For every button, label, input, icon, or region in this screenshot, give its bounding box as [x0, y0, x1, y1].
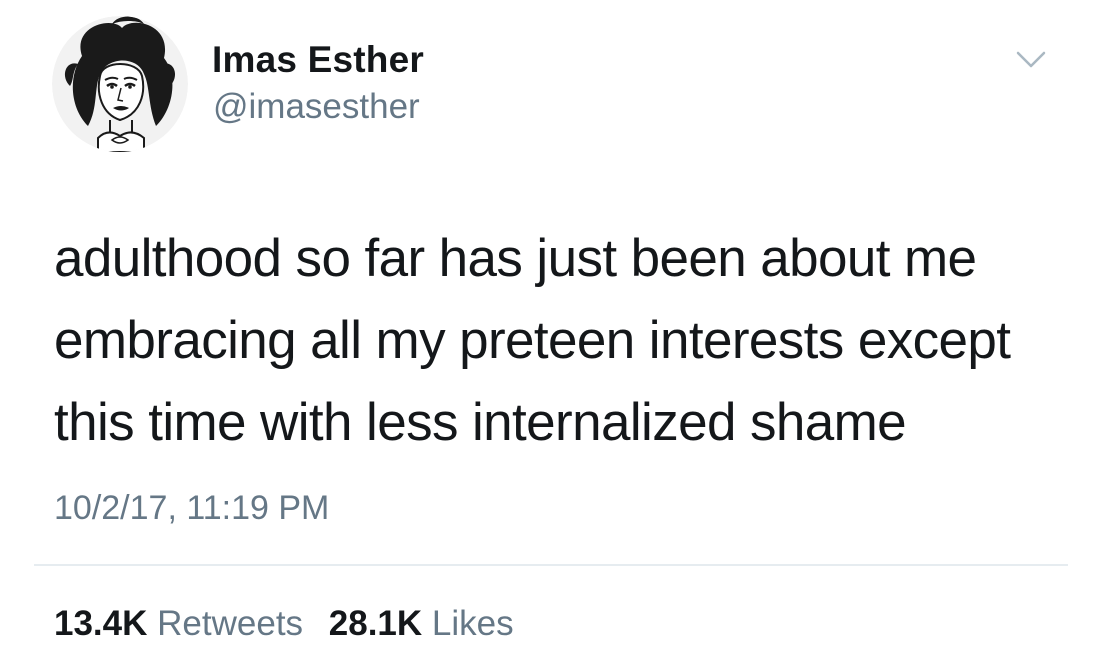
retweets-label: Retweets: [157, 604, 304, 643]
retweets-stat[interactable]: 13.4K Retweets: [54, 603, 303, 645]
likes-count: 28.1K: [328, 604, 423, 643]
avatar[interactable]: [52, 16, 188, 152]
tweet-text: adulthood so far has just been about me …: [54, 229, 1011, 452]
tweet-stats: 13.4K Retweets 28.1K Likes: [54, 603, 530, 645]
user-handle[interactable]: @imasesther: [213, 86, 420, 128]
avatar-illustration: [52, 16, 188, 152]
display-name[interactable]: Imas Esther: [212, 38, 424, 82]
tweet-timestamp[interactable]: 10/2/17, 11:19 PM: [54, 488, 329, 528]
chevron-down-icon[interactable]: [1014, 48, 1048, 72]
likes-label: Likes: [431, 604, 514, 643]
likes-stat[interactable]: 28.1K Likes: [329, 603, 514, 645]
tweet-card: Imas Esther @imasesther adulthood so far…: [0, 0, 1100, 670]
retweets-count: 13.4K: [54, 604, 148, 643]
divider: [34, 564, 1068, 566]
